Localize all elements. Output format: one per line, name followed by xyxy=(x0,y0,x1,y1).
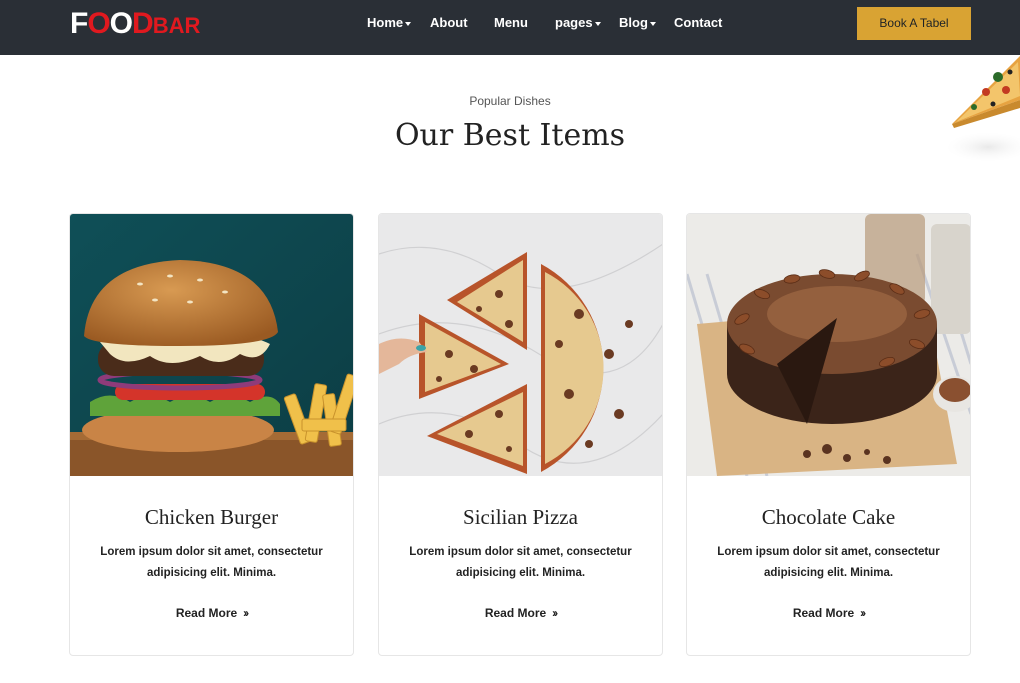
dish-description-line: Lorem ipsum dolor sit amet, consectetur xyxy=(100,546,323,558)
read-more-label: Read More xyxy=(175,606,238,620)
nav-label: pages xyxy=(555,15,593,30)
caret-down-icon xyxy=(594,22,601,26)
dish-card: Sicilian Pizza Lorem ipsum dolor sit ame… xyxy=(378,213,663,656)
nav-item-contact[interactable]: Contact xyxy=(674,14,734,32)
nav-item-about[interactable]: About xyxy=(430,14,494,32)
dish-description-line: adipisicing elit. Minima. xyxy=(455,567,586,579)
dish-title: Sicilian Pizza xyxy=(463,505,578,529)
read-more-label: Read More xyxy=(792,606,855,620)
navbar: F O O D BAR Home About Menu pages Blog C… xyxy=(0,0,1020,55)
logo-letter-o: O xyxy=(109,7,133,40)
nav-item-blog[interactable]: Blog xyxy=(619,14,674,32)
dish-description-line: adipisicing elit. Minima. xyxy=(146,567,277,579)
dish-card: Chicken Burger Lorem ipsum dolor sit ame… xyxy=(69,213,354,656)
double-chevron-right-icon: ›› xyxy=(243,606,249,620)
section-title: Our Best Items xyxy=(394,118,626,153)
logo-letter-o: O xyxy=(87,7,110,40)
logo-small-text: BAR xyxy=(152,13,201,38)
section-subtitle: Popular Dishes xyxy=(469,94,551,108)
burger-image xyxy=(70,214,353,476)
logo-letter-d: D xyxy=(132,7,154,40)
read-more-link[interactable]: Read More ›› xyxy=(70,606,353,620)
double-chevron-right-icon: ›› xyxy=(552,606,558,620)
pizza-image xyxy=(379,214,662,476)
dish-description-line: adipisicing elit. Minima. xyxy=(763,567,894,579)
nav-label: Home xyxy=(367,15,404,30)
dish-title: Chicken Burger xyxy=(144,505,279,529)
nav-label: Menu xyxy=(494,15,528,30)
cake-image xyxy=(687,214,970,477)
main-nav: Home About Menu pages Blog Contact xyxy=(367,14,734,32)
read-more-link[interactable]: Read More ›› xyxy=(687,606,970,620)
nav-item-menu[interactable]: Menu xyxy=(494,14,555,32)
nav-item-pages[interactable]: pages xyxy=(555,14,619,32)
dish-title: Chocolate Cake xyxy=(761,505,896,529)
nav-label: Blog xyxy=(619,15,648,30)
dish-description: Lorem ipsum dolor sit amet, consectetur … xyxy=(399,542,642,584)
logo-letter-f: F xyxy=(70,7,88,40)
nav-label: About xyxy=(430,15,468,30)
brand-logo[interactable]: F O O D BAR xyxy=(70,7,200,41)
dish-description-line: Lorem ipsum dolor sit amet, consectetur xyxy=(717,546,940,558)
caret-down-icon xyxy=(405,22,412,26)
read-more-label: Read More xyxy=(484,606,547,620)
read-more-link[interactable]: Read More ›› xyxy=(379,606,662,620)
double-chevron-right-icon: ›› xyxy=(860,606,866,620)
dish-description: Lorem ipsum dolor sit amet, consectetur … xyxy=(707,542,950,584)
caret-down-icon xyxy=(649,22,656,26)
nav-label: Contact xyxy=(674,15,723,30)
dish-description: Lorem ipsum dolor sit amet, consectetur … xyxy=(90,542,333,584)
book-table-button[interactable]: Book A Tabel xyxy=(857,7,971,40)
nav-item-home[interactable]: Home xyxy=(367,14,430,32)
dish-description-line: Lorem ipsum dolor sit amet, consectetur xyxy=(409,546,632,558)
dish-card: Chocolate Cake Lorem ipsum dolor sit ame… xyxy=(686,213,971,656)
